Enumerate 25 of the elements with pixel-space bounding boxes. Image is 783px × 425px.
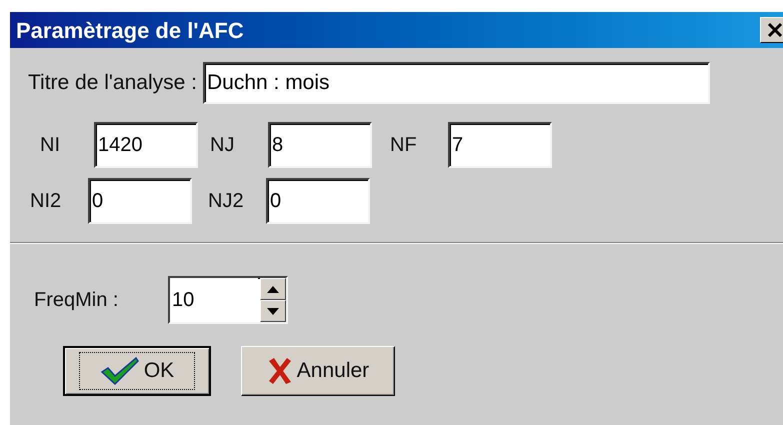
number-input[interactable]: 0 [266,178,370,224]
number-input[interactable]: 8 [268,122,372,168]
ok-button[interactable]: OK [63,346,211,396]
field-label: FreqMin : [34,288,120,313]
field-label: NF [390,133,418,158]
number-input[interactable]: 0 [88,178,192,224]
spin-up-button[interactable] [260,278,286,300]
window-title: Paramètrage de l'AFC [16,16,244,45]
spin-down-button[interactable] [260,300,286,322]
title-input[interactable]: Duchn : mois [202,62,710,104]
close-icon [767,22,783,38]
number-input[interactable]: 7 [448,122,552,168]
field-label: NI2 [30,189,62,214]
cancel-button[interactable]: Annuler [241,346,395,396]
field-label: NI [39,133,61,158]
field-label: NJ [210,133,236,158]
spin-field[interactable]: 10 [168,276,288,324]
field-label: NJ2 [208,189,245,214]
number-input[interactable]: 1420 [94,122,198,168]
cross-icon [266,357,293,385]
field-label: Titre de l'analyse : [28,70,197,96]
check-icon [100,356,140,386]
up-arrow-icon [267,286,279,292]
close-button[interactable] [760,17,783,43]
down-arrow-icon [267,308,279,314]
